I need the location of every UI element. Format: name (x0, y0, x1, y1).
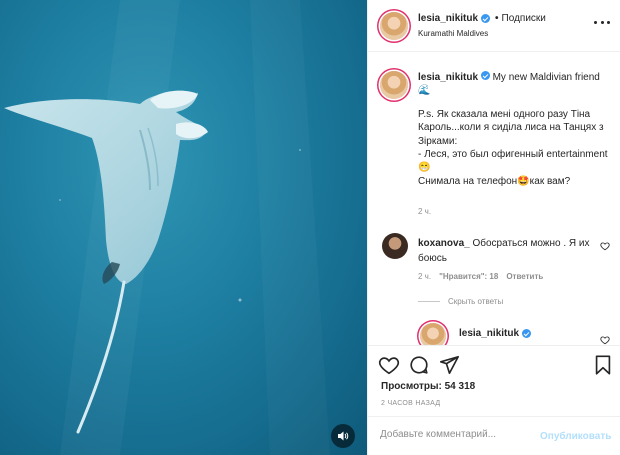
post-video[interactable] (0, 0, 367, 455)
reply-avatar[interactable] (420, 323, 446, 345)
post-header: lesia_nikituk • Подписки Kuramathi Maldi… (368, 0, 620, 52)
following-button[interactable]: Подписки (502, 13, 546, 24)
caption-text: P.s. Як сказала мені одного разу Тіна Ка… (418, 108, 604, 147)
hide-replies-button[interactable]: Скрыть ответы (418, 297, 503, 306)
comments-section[interactable]: lesia_nikituk My new Maldivian friend 🌊 … (368, 53, 620, 345)
manta-ray-image (4, 0, 301, 455)
comment-like-heart-icon[interactable] (600, 241, 610, 251)
author-avatar[interactable] (380, 12, 408, 40)
post-caption: lesia_nikituk My new Maldivian friend 🌊 … (418, 71, 614, 188)
caption-username[interactable]: lesia_nikituk (418, 72, 478, 83)
caption-quote-2: Снимала на телефон🤩как вам? (418, 175, 571, 187)
reply-like-heart-icon[interactable] (600, 335, 610, 345)
caption-body: P.s. Як сказала мені одного разу Тіна Ка… (418, 108, 614, 188)
post-timestamp[interactable]: 2 часов назад (381, 400, 440, 407)
comment-icon[interactable] (408, 354, 430, 376)
replies-divider (418, 301, 440, 302)
author-username[interactable]: lesia_nikituk (418, 13, 478, 24)
caption-avatar[interactable] (380, 71, 408, 99)
hide-replies-label: Скрыть ответы (448, 297, 504, 306)
caption-time[interactable]: 2 ч. (418, 207, 431, 216)
verified-icon (481, 14, 491, 23)
view-count[interactable]: Просмотры: 54 318 (381, 381, 475, 392)
post-sidebar: lesia_nikituk • Подписки Kuramathi Maldi… (367, 0, 620, 455)
add-comment-bar: Опубликовать (368, 416, 620, 455)
bookmark-icon[interactable] (592, 354, 614, 376)
comment: koxanova_ Обосраться можно . Я их боюсь (418, 236, 598, 266)
volume-icon[interactable] (331, 424, 355, 448)
comment-input[interactable] (380, 429, 530, 440)
action-icons (378, 354, 614, 376)
comment-meta: 2 ч. "Нравится": 18 Ответить (418, 272, 543, 281)
publish-button[interactable]: Опубликовать (540, 431, 611, 442)
post-location[interactable]: Kuramathi Maldives (418, 29, 488, 38)
comment-username[interactable]: koxanova_ (418, 238, 470, 249)
more-options-icon[interactable] (594, 14, 610, 30)
author-line: lesia_nikituk • Подписки (418, 13, 546, 24)
share-icon[interactable] (438, 354, 460, 376)
separator-dot: • (495, 13, 499, 24)
heart-icon[interactable] (378, 354, 400, 376)
instagram-post: lesia_nikituk • Подписки Kuramathi Maldi… (0, 0, 620, 455)
reply-username[interactable]: lesia_nikituk (459, 328, 519, 339)
comment-time[interactable]: 2 ч. (418, 272, 431, 281)
commenter-avatar[interactable] (382, 233, 408, 259)
reply-author: lesia_nikituk (459, 328, 532, 339)
reply-button[interactable]: Ответить (506, 272, 543, 281)
post-actions: Просмотры: 54 318 2 часов назад Опублико… (368, 345, 620, 455)
caption-quote-1: - Леся, это был офигенный entertainment … (418, 149, 608, 174)
comment-likes[interactable]: "Нравится": 18 (439, 272, 498, 281)
verified-icon (480, 71, 490, 80)
verified-icon (522, 329, 532, 338)
